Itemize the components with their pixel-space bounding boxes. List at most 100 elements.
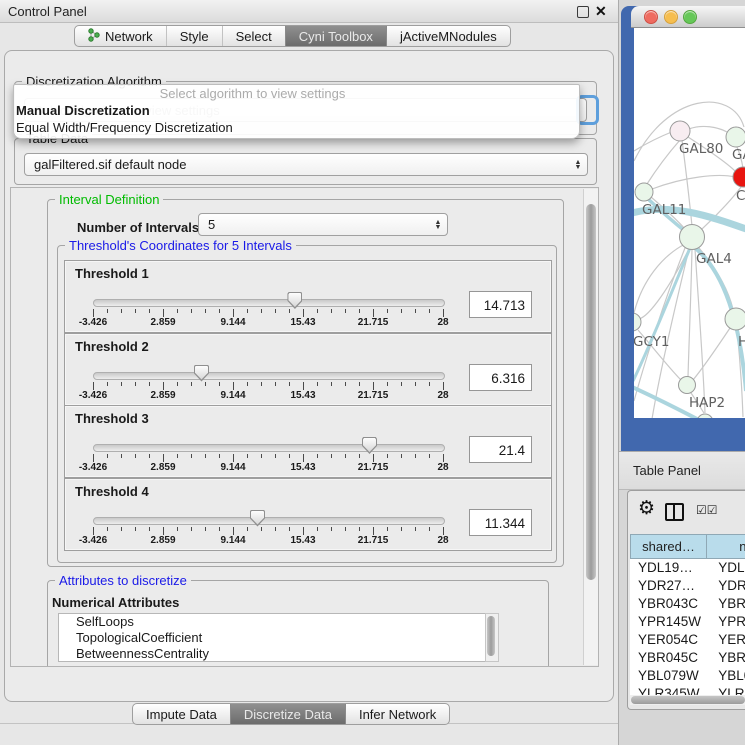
table-row[interactable]: YPR145WYPR1	[630, 613, 745, 631]
network-edge[interactable]	[693, 328, 730, 380]
network-edge[interactable]	[688, 249, 692, 377]
tick-label: 2.859	[150, 317, 175, 328]
table-row[interactable]: YBL079WYBL0	[630, 667, 745, 685]
table-column-header[interactable]: na	[707, 534, 745, 559]
float-window-icon[interactable]	[577, 6, 589, 18]
threshold-value-field[interactable]: 6.316	[469, 364, 532, 391]
table-cell[interactable]: YBR043C	[630, 595, 704, 613]
threshold-value-field[interactable]: 11.344	[469, 509, 532, 536]
threshold-value-field[interactable]: 14.713	[469, 291, 532, 318]
popup-item-placeholder[interactable]: Select algorithm to view settings	[14, 85, 579, 102]
table-cell[interactable]: YPR1	[704, 613, 745, 631]
tick-mark	[345, 454, 346, 458]
table-cell[interactable]: YDR2	[704, 577, 745, 595]
tick-mark	[401, 309, 402, 313]
attribute-list-item[interactable]: BetweennessCentrality	[59, 646, 485, 662]
network-node[interactable]	[680, 225, 705, 250]
threshold-slider-track[interactable]	[93, 299, 445, 307]
network-edge[interactable]	[689, 126, 727, 132]
attribute-list-item[interactable]: SelfLoops	[59, 614, 485, 630]
tick-mark	[135, 454, 136, 458]
scrollbar-thumb[interactable]	[487, 616, 495, 656]
tab-jactivemnodules[interactable]: jActiveMNodules	[386, 26, 510, 46]
table-cell[interactable]: YBR045C	[630, 649, 704, 667]
table-horizontal-scrollbar[interactable]	[630, 695, 745, 705]
column-layout-icon[interactable]	[665, 503, 684, 521]
tick-mark	[345, 309, 346, 313]
network-edge[interactable]	[634, 131, 674, 151]
network-edge[interactable]	[652, 176, 735, 190]
right-region: GAL80GACGAL11GAL4GCY1HHAP2 Table Panel ⚙…	[619, 0, 745, 745]
table-row[interactable]: YDR27…YDR2	[630, 577, 745, 595]
tab-infer-network[interactable]: Infer Network	[345, 704, 449, 724]
tab-discretize-data[interactable]: Discretize Data	[230, 704, 345, 724]
select-columns-icon[interactable]: ☑☑	[696, 503, 718, 517]
tab-cyni-toolbox[interactable]: Cyni Toolbox	[285, 26, 386, 46]
table-cell[interactable]: YLR3	[704, 685, 745, 695]
network-node[interactable]	[726, 127, 745, 147]
gear-icon[interactable]: ⚙	[638, 497, 655, 519]
tick-mark	[135, 382, 136, 386]
minimize-traffic-light-icon[interactable]	[664, 10, 678, 24]
table-cell[interactable]: YBL079W	[630, 667, 704, 685]
close-traffic-light-icon[interactable]	[644, 10, 658, 24]
table-cell[interactable]: YDL1	[704, 559, 745, 577]
network-view[interactable]: GAL80GACGAL11GAL4GCY1HHAP2	[634, 28, 745, 418]
threshold-slider-track[interactable]	[93, 372, 445, 380]
tab-network[interactable]: Network	[75, 26, 166, 46]
table-row[interactable]: YLR345WYLR3	[630, 685, 745, 695]
table-row[interactable]: YER054CYER0	[630, 631, 745, 649]
network-edge[interactable]	[634, 248, 690, 381]
threshold-slider-track[interactable]	[93, 444, 445, 452]
combo-stepper-icon[interactable]: ▲▼	[429, 220, 447, 230]
main-vertical-scrollbar[interactable]	[583, 189, 598, 665]
attribute-list-item[interactable]: TopologicalCoefficient	[59, 630, 485, 646]
network-node[interactable]	[635, 183, 653, 201]
tab-impute-data[interactable]: Impute Data	[133, 704, 230, 724]
table-data-combobox[interactable]: galFiltered.sif default node ▲▼	[24, 153, 588, 176]
tick-mark	[149, 309, 150, 313]
threshold-value-field[interactable]: 21.4	[469, 436, 532, 463]
network-node[interactable]	[725, 308, 745, 330]
table-cell[interactable]: YDL19…	[630, 559, 704, 577]
popup-item-manual-discretization[interactable]: Manual Discretization	[14, 102, 579, 119]
tick-mark	[359, 454, 360, 458]
table-row[interactable]: YBR043CYBR0	[630, 595, 745, 613]
network-node[interactable]	[697, 414, 713, 418]
attributes-list-scrollbar[interactable]	[485, 613, 499, 662]
tab-select[interactable]: Select	[222, 26, 285, 46]
tick-mark	[219, 527, 220, 531]
tick-mark	[205, 382, 206, 386]
number-of-intervals-combobox[interactable]: 5 ▲▼	[198, 213, 448, 236]
network-graph[interactable]: GAL80GACGAL11GAL4GCY1HHAP2	[634, 28, 745, 418]
table-cell[interactable]: YBL0	[704, 667, 745, 685]
table-cell[interactable]: YLR345W	[630, 685, 704, 695]
table-row[interactable]: YDL19…YDL1	[630, 559, 745, 577]
network-node[interactable]	[634, 313, 641, 331]
popup-item-equal-width-frequency[interactable]: Equal Width/Frequency Discretization	[14, 119, 579, 136]
close-icon[interactable]: ✕	[595, 3, 607, 20]
scrollbar-thumb[interactable]	[631, 696, 745, 704]
table-cell[interactable]: YER054C	[630, 631, 704, 649]
zoom-traffic-light-icon[interactable]	[683, 10, 697, 24]
network-node[interactable]	[670, 121, 690, 141]
table-row[interactable]: YBR045CYBR0	[630, 649, 745, 667]
combo-stepper-icon[interactable]: ▲▼	[569, 160, 587, 170]
table-cell[interactable]: YBR0	[704, 595, 745, 613]
table-cell[interactable]: YER0	[704, 631, 745, 649]
table-cell[interactable]: YPR145W	[630, 613, 704, 631]
scrollbar-thumb[interactable]	[586, 204, 596, 580]
network-node-label: C	[736, 188, 745, 204]
network-node-label: GAL80	[679, 141, 723, 157]
network-edge[interactable]	[647, 140, 680, 184]
table-cell[interactable]: YDR27…	[630, 577, 704, 595]
tick-mark	[121, 527, 122, 531]
tick-mark	[261, 527, 262, 531]
table-column-header[interactable]: shared…	[630, 534, 707, 559]
table-cell[interactable]: YBR0	[704, 649, 745, 667]
threshold-slider-track[interactable]	[93, 517, 445, 525]
network-node[interactable]	[679, 377, 696, 394]
tick-label: 9.144	[220, 390, 245, 401]
network-edge[interactable]	[695, 249, 705, 413]
tab-style[interactable]: Style	[166, 26, 222, 46]
